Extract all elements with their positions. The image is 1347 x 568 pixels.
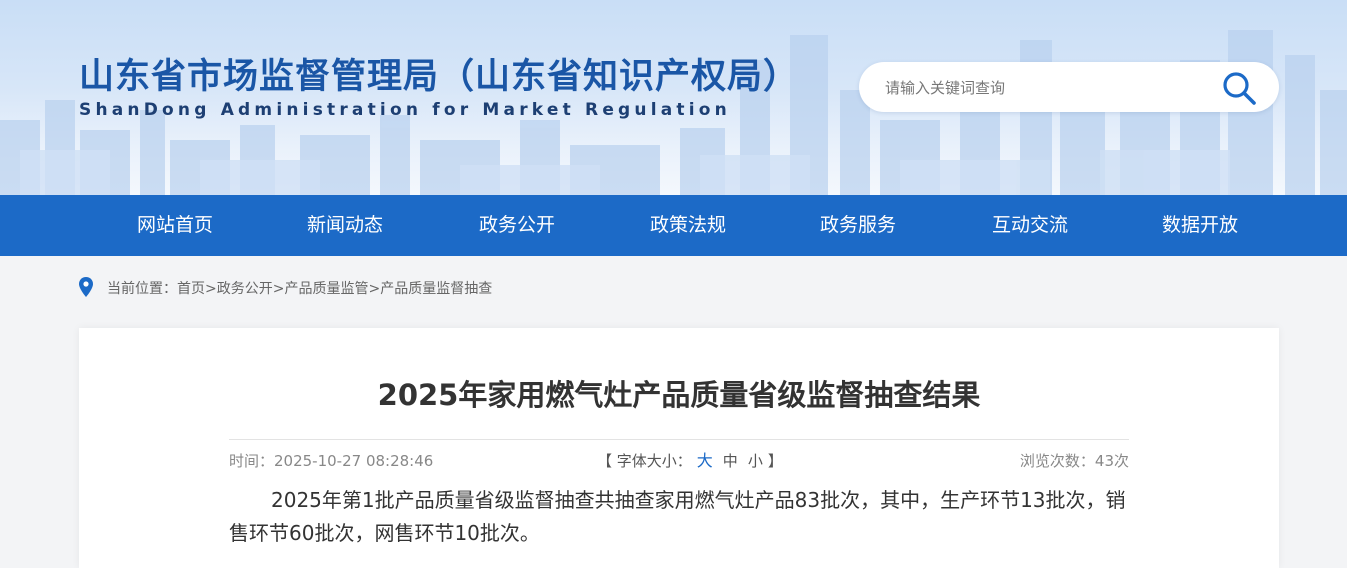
view-count: 浏览次数：43次 <box>1019 452 1129 470</box>
breadcrumb-gov-affairs[interactable]: 政务公开 <box>217 281 273 297</box>
nav-item-open-data[interactable]: 数据开放 <box>1130 195 1270 256</box>
nav-item-services[interactable]: 政务服务 <box>788 195 928 256</box>
main-nav: 网站首页 新闻动态 政务公开 政策法规 政务服务 互动交流 数据开放 <box>0 195 1347 256</box>
site-title: 山东省市场监督管理局（山东省知识产权局） <box>79 57 800 97</box>
breadcrumb-home[interactable]: 首页 <box>177 281 205 297</box>
font-size-close-bracket: 】 <box>767 452 783 470</box>
article-meta: 时间：2025-10-27 08:28:46 【 字体大小： 大中小】 浏览次数：… <box>229 450 1129 472</box>
nav-item-gov-affairs[interactable]: 政务公开 <box>447 195 587 256</box>
search-input[interactable] <box>883 74 1207 102</box>
breadcrumb-separator: > <box>272 281 285 297</box>
header-banner: 山东省市场监督管理局（山东省知识产权局） ShanDong Administra… <box>0 0 1347 195</box>
breadcrumb: 当前位置：首页>政务公开>产品质量监管>产品质量监督抽查 <box>79 277 492 301</box>
search-box <box>859 62 1279 112</box>
breadcrumb-separator: > <box>368 281 381 297</box>
breadcrumb-spot-check[interactable]: 产品质量监督抽查 <box>380 281 492 297</box>
nav-item-policies[interactable]: 政策法规 <box>618 195 758 256</box>
article-card: 2025年家用燃气灶产品质量省级监督抽查结果 时间：2025-10-27 08:… <box>79 328 1279 568</box>
font-size-label: 【 字体大小： <box>597 452 692 470</box>
article-title: 2025年家用燃气灶产品质量省级监督抽查结果 <box>377 378 981 412</box>
article-body: 2025年第1批产品质量省级监督抽查共抽查家用燃气灶产品83批次，其中，生产环节… <box>229 488 1126 545</box>
location-pin-icon <box>79 277 93 297</box>
divider <box>229 439 1129 440</box>
site-subtitle: ShanDong Administration for Market Regul… <box>79 100 731 120</box>
publish-time: 时间：2025-10-27 08:28:46 <box>229 452 434 470</box>
breadcrumb-prefix: 当前位置： <box>107 281 177 297</box>
search-icon[interactable] <box>1221 70 1257 106</box>
nav-item-home[interactable]: 网站首页 <box>105 195 245 256</box>
nav-item-interaction[interactable]: 互动交流 <box>960 195 1100 256</box>
font-size-medium-button[interactable]: 中 <box>723 452 738 470</box>
nav-item-news[interactable]: 新闻动态 <box>275 195 415 256</box>
font-size-small-button[interactable]: 小 <box>748 452 763 470</box>
breadcrumb-quality-supervision[interactable]: 产品质量监管 <box>284 281 368 297</box>
font-size-switcher: 【 字体大小： 大中小】 <box>597 450 783 472</box>
breadcrumb-separator: > <box>205 281 217 297</box>
font-size-large-button[interactable]: 大 <box>697 451 713 470</box>
